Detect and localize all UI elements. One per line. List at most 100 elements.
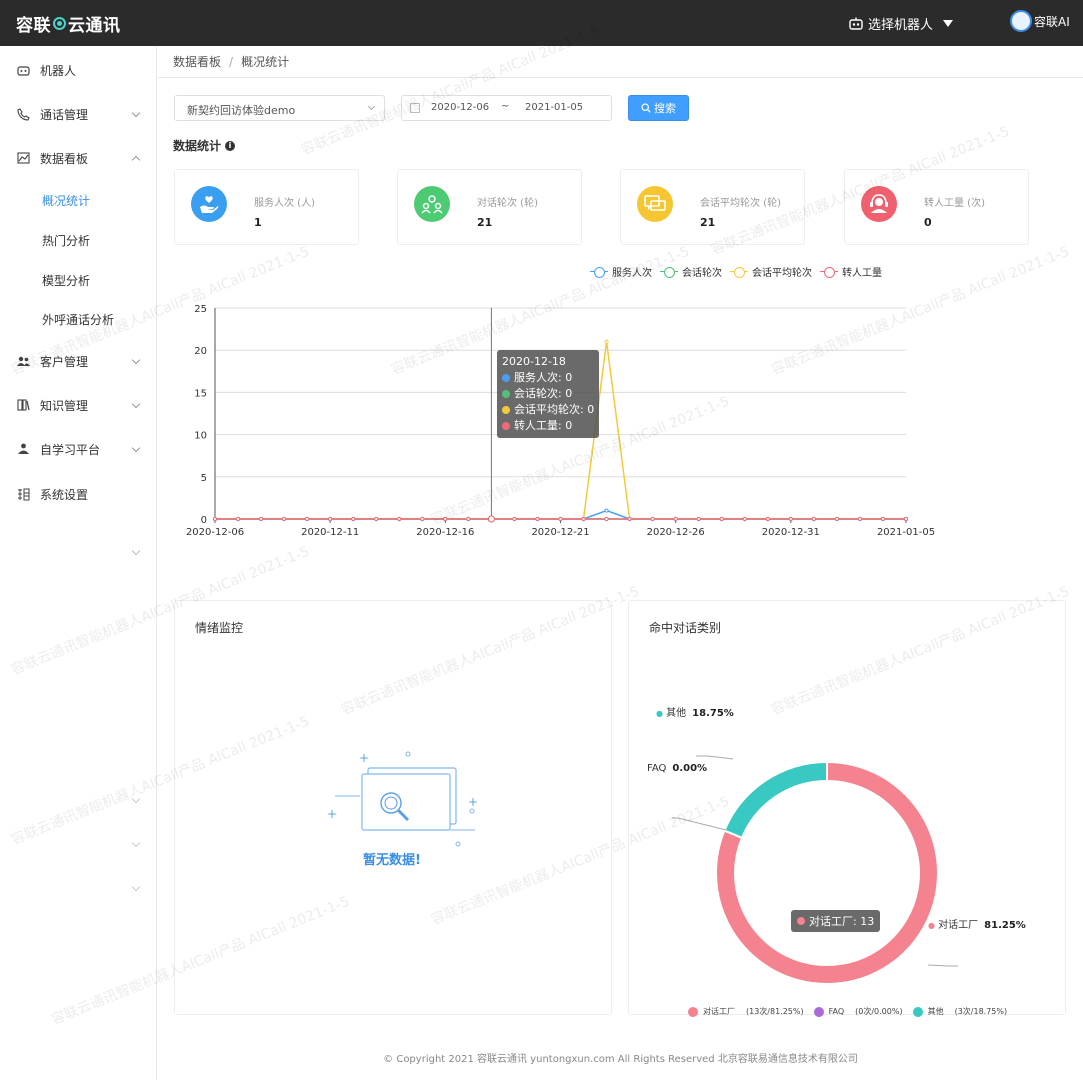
sidebar-item-self-learning[interactable]: 自学习平台 <box>0 433 157 465</box>
top-bar: 容联 云通讯 选择机器人 容联AI <box>0 0 1083 46</box>
sidebar-item-dashboard[interactable]: 数据看板 <box>0 142 157 174</box>
chevron-down-icon <box>131 399 141 409</box>
data-point <box>742 516 747 522</box>
robot-selector[interactable]: 选择机器人 <box>848 14 954 33</box>
sidebar-item-system-settings[interactable]: 系统设置 <box>0 478 157 510</box>
pie-label-dot: ● <box>656 709 663 718</box>
robot-icon <box>849 17 863 30</box>
pie-slice-2[interactable] <box>723 760 828 840</box>
data-point <box>258 516 264 522</box>
stat-label: 会话平均轮次 (轮) <box>700 198 781 209</box>
y-tick-label: 10 <box>194 431 207 442</box>
stat-value: 0 <box>924 216 932 229</box>
x-tick-label: 2020-12-26 <box>647 527 705 538</box>
data-point <box>397 516 402 522</box>
pie-label-dot: ● <box>928 921 935 930</box>
data-point <box>558 516 563 522</box>
robot-selector-label: 选择机器人 <box>868 18 934 33</box>
pie-leader-line <box>927 964 958 967</box>
date-range-picker[interactable]: 2020-12-06 ~ 2021-01-05 <box>401 95 612 121</box>
svg-text:+: + <box>359 751 369 765</box>
data-point <box>650 516 655 522</box>
tooltip-dot <box>502 422 510 430</box>
empty-data-text: 暂无数据! <box>363 853 421 868</box>
stat-value: 1 <box>254 216 262 229</box>
sidebar-item-label: 自学习平台 <box>40 442 101 457</box>
phone-icon <box>16 107 30 121</box>
breadcrumb-separator: / <box>229 54 234 69</box>
headset-agent-icon <box>861 186 897 222</box>
stat-value: 21 <box>477 216 493 229</box>
stat-label: 转人工量 (次) <box>924 198 985 209</box>
data-point <box>235 516 241 522</box>
y-tick-label: 20 <box>194 346 207 357</box>
chevron-down-icon[interactable] <box>131 882 141 892</box>
y-tick-label: 15 <box>194 388 207 399</box>
logo-mark-icon <box>53 17 66 30</box>
sidebar-item-label: 数据看板 <box>40 151 89 166</box>
stat-card-avg-rounds: 会话平均轮次 (轮) 21 <box>620 169 805 245</box>
data-point <box>420 516 425 522</box>
donut-chart <box>672 755 958 985</box>
pie-label-faq: FAQ 0.00% <box>647 763 708 774</box>
robot-select[interactable]: 新契约回访体验demo <box>174 95 385 121</box>
date-start[interactable]: 2020-12-06 <box>431 102 489 113</box>
sidebar-item-robot[interactable]: 机器人 <box>0 54 157 86</box>
app-logo[interactable]: 容联 云通讯 <box>16 11 121 36</box>
legend-marker <box>730 266 748 278</box>
sidebar-item-knowledge-management[interactable]: 知识管理 <box>0 389 157 421</box>
breadcrumb-current: 概况统计 <box>241 55 290 69</box>
x-tick-label: 2020-12-06 <box>186 527 244 538</box>
data-point <box>466 516 471 522</box>
data-point <box>535 516 540 522</box>
robot-icon <box>16 63 30 77</box>
chevron-down-icon[interactable] <box>131 794 141 804</box>
sidebar-subitem-outbound-analysis[interactable]: 外呼通话分析 <box>42 311 114 328</box>
x-tick-label: 2020-12-16 <box>416 527 474 538</box>
search-button-label: 搜索 <box>654 102 676 115</box>
sidebar-item-call-management[interactable]: 通话管理 <box>0 98 157 130</box>
stat-card-dialog-rounds: 对话轮次 (轮) 21 <box>397 169 582 245</box>
robot-select-value: 新契约回访体验demo <box>187 104 296 117</box>
tooltip-date: 2020-12-18 <box>502 355 566 368</box>
sidebar-item-label: 系统设置 <box>40 487 89 502</box>
pie-legend-item-faq[interactable]: FAQ (0次/0.00%) <box>813 1006 903 1017</box>
sidebar-subitem-model-analysis[interactable]: 模型分析 <box>42 272 90 289</box>
legend-swatch <box>688 1006 698 1017</box>
chevron-down-icon[interactable] <box>131 546 141 556</box>
svg-text:+: + <box>327 807 337 821</box>
x-tick-label: 2020-12-31 <box>762 527 820 538</box>
user-menu[interactable]: 容联AI <box>1010 10 1070 32</box>
tooltip-row: 转人工量: 0 <box>514 419 573 432</box>
service-hand-heart-icon <box>191 186 227 222</box>
sidebar-subitem-overview[interactable]: 概况统计 <box>42 192 90 209</box>
settings-icon <box>16 487 30 501</box>
breadcrumb-root[interactable]: 数据看板 <box>173 53 221 70</box>
legend-transfer[interactable]: 转人工量 <box>820 264 882 279</box>
avatar <box>1010 10 1032 32</box>
data-point <box>374 516 379 522</box>
stat-value: 21 <box>700 216 716 229</box>
legend-service[interactable]: 服务人次 <box>590 264 652 279</box>
data-point <box>696 516 701 522</box>
x-tick-label: 2021-01-05 <box>877 527 935 538</box>
pie-label-other: ● 其他 18.75% <box>656 708 734 719</box>
info-icon[interactable]: i <box>225 140 236 151</box>
pie-legend-item-other[interactable]: 其他 (3次/18.75%) <box>912 1006 1007 1017</box>
x-tick-label: 2020-12-11 <box>301 527 359 538</box>
pie-tooltip: 对话工厂: 13 <box>791 910 881 932</box>
legend-dialog[interactable]: 会话轮次 <box>660 264 722 279</box>
book-icon <box>16 398 30 412</box>
sidebar-subitem-hot-analysis[interactable]: 热门分析 <box>42 232 90 249</box>
chevron-down-icon[interactable] <box>131 838 141 848</box>
stat-card-transfer: 转人工量 (次) 0 <box>844 169 1029 245</box>
search-button[interactable]: 搜索 <box>628 95 689 121</box>
pie-legend-item-dialog-factory[interactable]: 对话工厂 (13次/81.25%) <box>688 1006 804 1017</box>
date-end[interactable]: 2021-01-05 <box>525 102 583 113</box>
tooltip-dot <box>502 374 510 382</box>
data-point <box>512 516 517 522</box>
legend-avg[interactable]: 会话平均轮次 <box>730 264 812 279</box>
sidebar-item-customer-management[interactable]: 客户管理 <box>0 345 157 377</box>
panel-title: 情绪监控 <box>195 621 244 635</box>
search-icon <box>641 103 651 113</box>
